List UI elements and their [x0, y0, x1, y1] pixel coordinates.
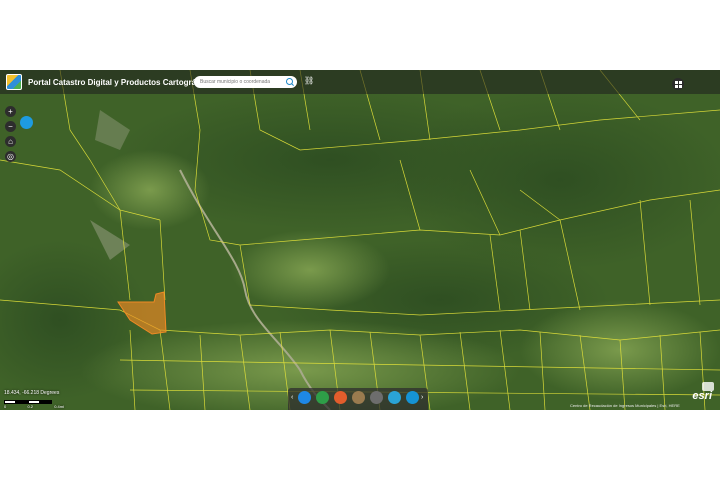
toolbar-prev-icon[interactable]: ‹	[291, 394, 293, 401]
toolbar-next-icon[interactable]: ›	[421, 394, 423, 401]
bookmark-icon[interactable]	[316, 391, 329, 404]
scale-label-0: 0	[4, 404, 7, 409]
print-icon[interactable]	[406, 391, 419, 404]
search-box[interactable]	[194, 76, 297, 88]
attribute-table-icon[interactable]	[388, 391, 401, 404]
satellite-imagery	[0, 70, 720, 410]
layers-icon[interactable]	[20, 116, 33, 129]
search-icon[interactable]	[286, 78, 293, 85]
home-icon[interactable]: ⌂	[5, 136, 16, 147]
zoom-out-button[interactable]: −	[5, 121, 16, 132]
locate-icon[interactable]: ◎	[5, 151, 16, 162]
map-attribution: Centro de Recaudación de Ingresos Munici…	[570, 403, 680, 408]
app-logo	[6, 74, 22, 90]
coordinate-readout: 18.434, -66.218 Degrees	[4, 390, 60, 396]
link-icon[interactable]: ⛓	[304, 77, 314, 85]
search-input[interactable]	[200, 79, 284, 85]
basemap-icon[interactable]	[298, 391, 311, 404]
layer-list-icon[interactable]	[352, 391, 365, 404]
app-header: Portal Catastro Digital y Productos Cart…	[0, 70, 720, 94]
scale-labels: 0 0.2 0.4mi	[4, 404, 64, 409]
legend-icon[interactable]	[370, 391, 383, 404]
map-navigation-tools: + − ⌂ ◎	[5, 106, 16, 162]
measure-icon[interactable]	[334, 391, 347, 404]
scale-label-2: 0.4mi	[54, 404, 64, 409]
app-title: Portal Catastro Digital y Productos Cart…	[28, 77, 215, 87]
zoom-in-button[interactable]: +	[5, 106, 16, 117]
widget-toolbar: ‹ ›	[288, 388, 428, 410]
esri-logo: esri	[692, 382, 714, 402]
map-view[interactable]: Portal Catastro Digital y Productos Cart…	[0, 70, 720, 410]
apps-grid-icon[interactable]	[672, 78, 684, 90]
scale-label-1: 0.2	[27, 404, 33, 409]
